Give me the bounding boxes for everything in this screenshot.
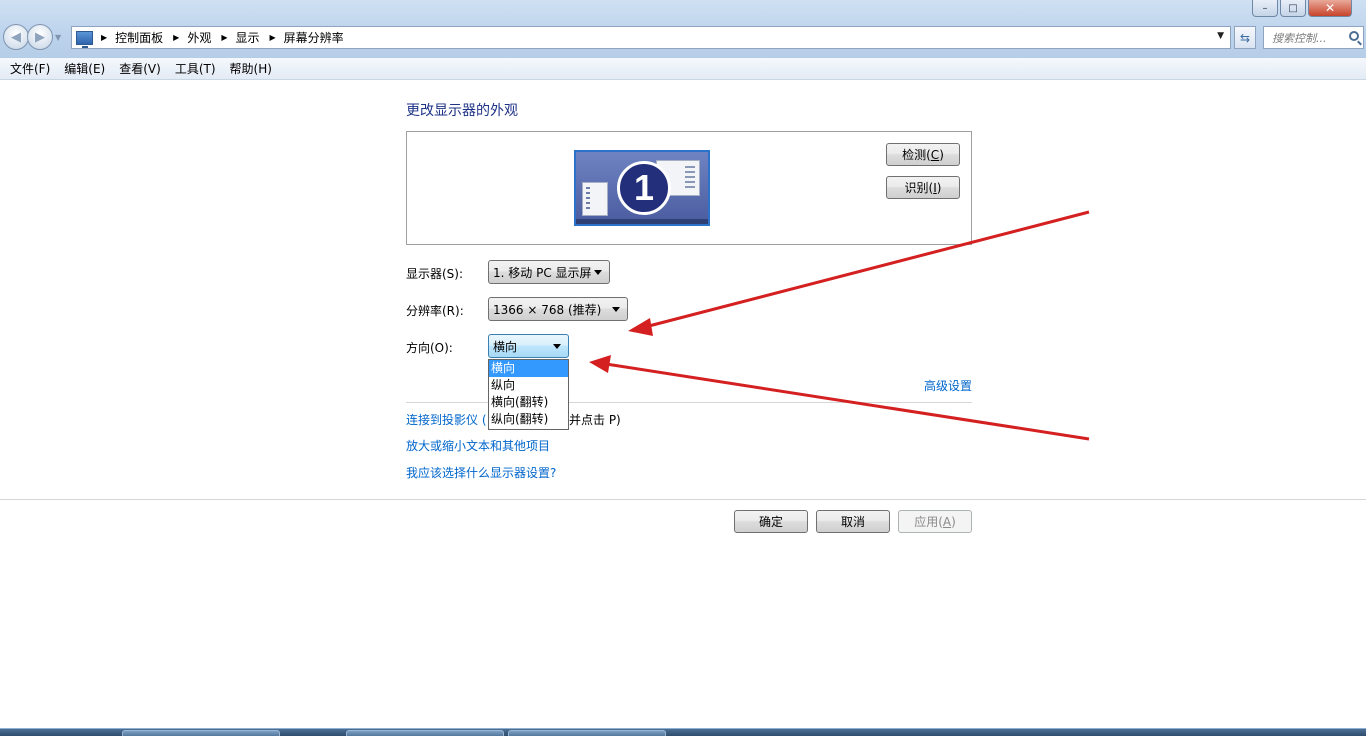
arrow-shaft	[605, 362, 1090, 441]
annotation-arrows	[589, 210, 1090, 441]
taskbar	[0, 728, 1366, 736]
arrowhead-icon	[628, 318, 653, 336]
annotation-arrow-to-resolution	[628, 210, 1090, 336]
arrowhead-icon	[589, 355, 611, 373]
arrow-shaft	[644, 210, 1090, 329]
taskbar-item[interactable]	[508, 730, 666, 736]
taskbar-item[interactable]	[122, 730, 280, 736]
annotation-arrow-to-orientation	[589, 355, 1090, 441]
taskbar-item[interactable]	[346, 730, 504, 736]
